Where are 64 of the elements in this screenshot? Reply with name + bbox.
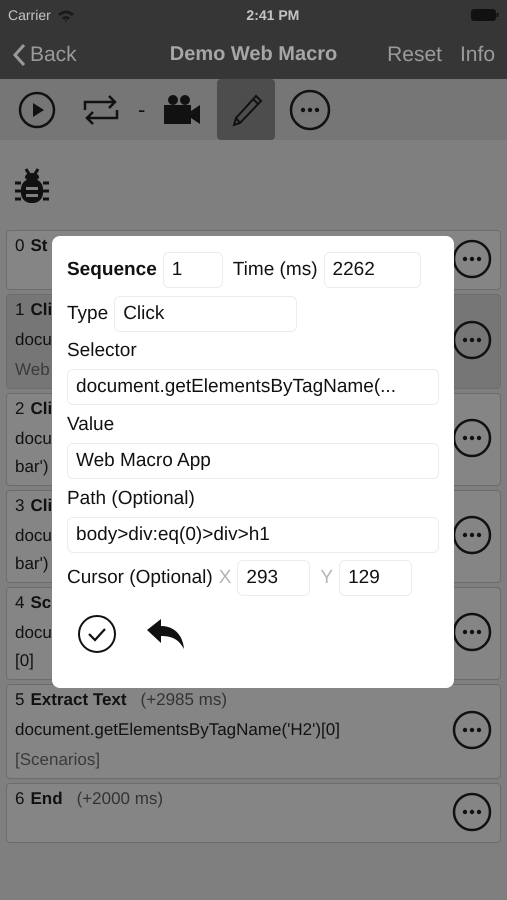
step-duration: (+2000 ms) (76, 788, 164, 810)
type-label: Type (67, 303, 108, 325)
step-number: 4 (15, 592, 24, 614)
back-button[interactable]: Back (12, 42, 77, 66)
step-number: 2 (15, 398, 24, 420)
value-field[interactable]: Web Macro App (67, 443, 439, 479)
selector-label: Selector (67, 340, 138, 362)
value-label: Value (67, 414, 116, 436)
step-note: [Scenarios] (15, 749, 100, 771)
step-note: Web (15, 359, 50, 381)
step-selector: docu (15, 329, 52, 351)
x-label: X (218, 567, 232, 589)
y-label: Y (320, 567, 334, 589)
step-title: Sc (30, 592, 52, 614)
selector-field[interactable]: document.getElementsByTagName(... (67, 369, 439, 405)
bug-icon[interactable] (13, 165, 51, 205)
step-selector: docu (15, 525, 52, 547)
step-title: Cli (30, 398, 52, 420)
step-number: 6 (15, 788, 24, 810)
step-duration: (+2985 ms) (140, 689, 227, 711)
separator-text: - (138, 96, 146, 122)
battery-icon (470, 9, 499, 21)
step-card[interactable]: 5 Extract Text (+2985 ms) document.getElementsByTagName('H2')[0] [Scenarios] (6, 684, 501, 779)
play-icon (17, 90, 57, 130)
step-number: 5 (15, 689, 24, 711)
step-selector: bar') (15, 456, 48, 478)
path-label: Path (Optional) (67, 488, 196, 510)
confirm-button[interactable] (77, 614, 117, 654)
status-time: 2:41 PM (246, 7, 300, 23)
time-label: Time (ms) (232, 259, 318, 281)
carrier-label: Carrier (8, 7, 51, 23)
more-icon (289, 88, 332, 130)
more-button[interactable] (452, 238, 492, 278)
x-field[interactable]: 293 (237, 560, 310, 596)
sequence-label: Sequence (67, 259, 157, 281)
time-field[interactable]: 2262 (324, 252, 421, 288)
step-title: Extract Text (30, 689, 127, 711)
step-selector: bar') (15, 553, 48, 575)
step-title: End (30, 788, 63, 810)
path-field[interactable]: body>div:eq(0)>div>h1 (67, 517, 439, 553)
step-number: 3 (15, 495, 24, 517)
nav-title: Demo Web Macro (170, 43, 338, 65)
step-selector: document.getElementsByTagName('H2')[0] (15, 719, 340, 741)
step-title: St (30, 235, 48, 257)
step-title: Cli (30, 299, 52, 321)
y-field[interactable]: 129 (339, 560, 412, 596)
more-button[interactable] (452, 418, 492, 458)
more-button[interactable] (452, 515, 492, 555)
back-icon (12, 42, 26, 66)
wifi-icon (56, 8, 75, 22)
step-selector: [0] (15, 650, 34, 672)
type-field[interactable]: Click (114, 296, 298, 332)
step-title: Cli (30, 495, 52, 517)
more-button[interactable] (452, 320, 492, 360)
step-number: 1 (15, 299, 24, 321)
step-number: 0 (15, 235, 24, 257)
sequence-field[interactable]: 1 (162, 252, 223, 288)
more-button[interactable] (452, 612, 492, 652)
step-selector: docu (15, 428, 52, 450)
nav-button[interactable]: Reset (387, 42, 442, 66)
nav-button[interactable]: Info (460, 42, 495, 66)
cursor-label: Cursor (Optional) (67, 567, 213, 589)
step-selector: docu (15, 622, 52, 644)
step-card[interactable]: 6 End (+2000 ms) (6, 783, 501, 843)
